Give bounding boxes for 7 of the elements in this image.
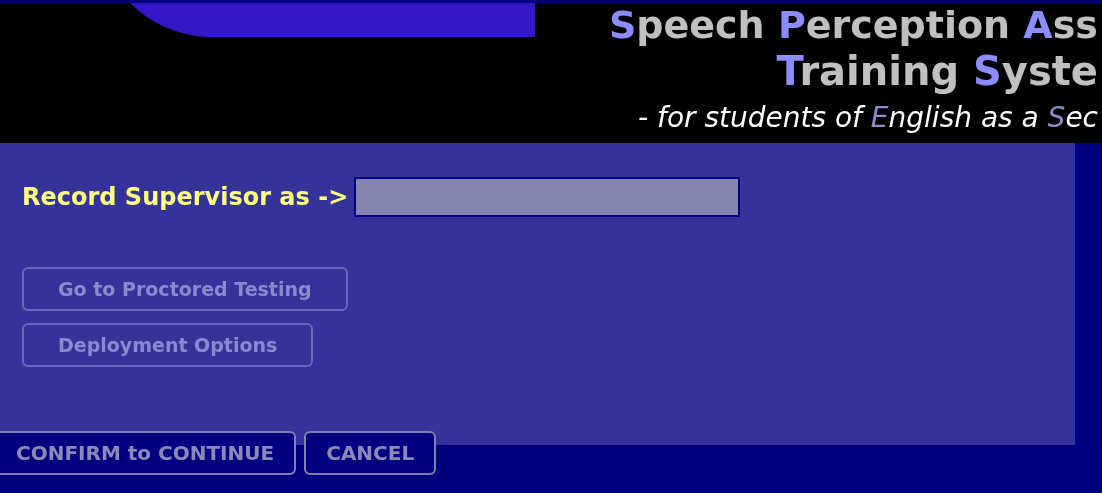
app-title: Speech Perception Ass <box>608 3 1098 47</box>
app-subtitle: - for students of English as a Sec <box>638 101 1098 135</box>
supervisor-label: Record Supervisor as -> <box>22 182 349 213</box>
action-button[interactable]: CONFIRM to CONTINUE <box>0 431 297 475</box>
action-button[interactable]: CANCEL <box>304 431 437 475</box>
supervisor-field[interactable] <box>354 177 741 217</box>
app-title: Training Syste <box>776 47 1098 95</box>
